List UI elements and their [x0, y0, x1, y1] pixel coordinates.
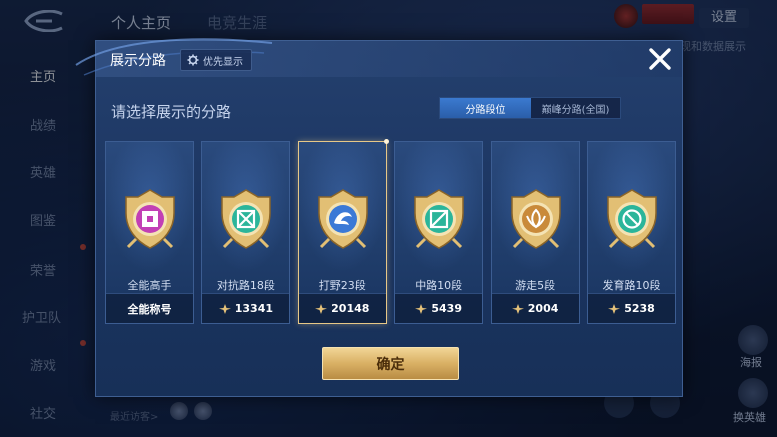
- lane-card-value: 2004: [527, 302, 559, 315]
- tab-peak-lane[interactable]: 巅峰分路(全国): [530, 98, 620, 118]
- lane-card-value: 20148: [331, 302, 370, 315]
- lane-card-label: 中路10段: [415, 279, 463, 292]
- lane-card[interactable]: 对抗路18段 13341: [201, 141, 291, 324]
- lane-card-score: 13341: [202, 293, 290, 323]
- gear-icon: [187, 54, 199, 66]
- rank-medal-mid-lane-icon: [414, 189, 464, 249]
- rank-medal-all-round-icon: [125, 189, 175, 249]
- tab-lane-rank[interactable]: 分路段位: [440, 98, 531, 118]
- lane-mode-toggle: 分路段位 巅峰分路(全国): [439, 97, 621, 119]
- lane-card-label: 对抗路18段: [216, 279, 275, 292]
- confirm-button[interactable]: 确定: [322, 347, 459, 380]
- close-icon[interactable]: [646, 45, 674, 73]
- lane-card-value: 5238: [624, 302, 655, 315]
- lane-card-score: 全能称号: [106, 293, 193, 323]
- rank-medal-jungle-icon: [318, 189, 368, 249]
- lane-card-label: 全能高手: [127, 279, 172, 292]
- modal-header: 展示分路 优先显示: [75, 38, 682, 77]
- lane-card-value: 5439: [431, 302, 462, 315]
- modal-subtitle: 请选择展示的分路: [111, 103, 232, 121]
- rank-points-icon: [415, 303, 428, 314]
- lane-card-label: 打野23段: [318, 279, 366, 292]
- rank-medal-clash-lane-icon: [221, 189, 272, 249]
- priority-display-label: 优先显示: [203, 56, 243, 68]
- lane-card[interactable]: 游走5段 2004: [490, 141, 580, 324]
- lane-card-score: 5238: [588, 293, 675, 323]
- lane-display-modal: 展示分路 优先显示 请选择展示的分路 分路段位 巅峰分路(全国) 全能高手全能称…: [75, 38, 683, 397]
- lane-card-list: 全能高手 全能称号 对抗路18段 13341 打野23段 20148 中路10段 5439 游走…: [105, 139, 677, 324]
- lane-card-label: 游走5段: [515, 279, 556, 292]
- lane-card-label: 发育路10段: [602, 279, 661, 292]
- rank-medal-farm-lane-icon: [607, 189, 657, 249]
- lane-card[interactable]: 发育路10段 5238: [587, 141, 676, 324]
- rank-points-icon: [608, 303, 621, 314]
- lane-card-score: 20148: [298, 293, 386, 323]
- rank-points-icon: [511, 303, 524, 314]
- rank-medal-roam-icon: [510, 189, 561, 249]
- lane-card[interactable]: 打野23段 20148: [297, 139, 389, 324]
- lane-card-score: 5439: [395, 293, 483, 323]
- lane-card[interactable]: 全能高手 全能称号: [105, 141, 194, 324]
- rank-points-icon: [218, 303, 231, 314]
- lane-card-score: 2004: [491, 293, 579, 323]
- rank-points-icon: [315, 303, 328, 314]
- lane-card[interactable]: 中路10段 5439: [394, 141, 484, 324]
- modal-title: 展示分路: [110, 53, 166, 69]
- priority-display-button[interactable]: 优先显示: [180, 49, 252, 71]
- selected-corner-marker: [383, 139, 389, 144]
- lane-card-value: 13341: [234, 302, 274, 315]
- lane-card-value: 全能称号: [127, 302, 172, 316]
